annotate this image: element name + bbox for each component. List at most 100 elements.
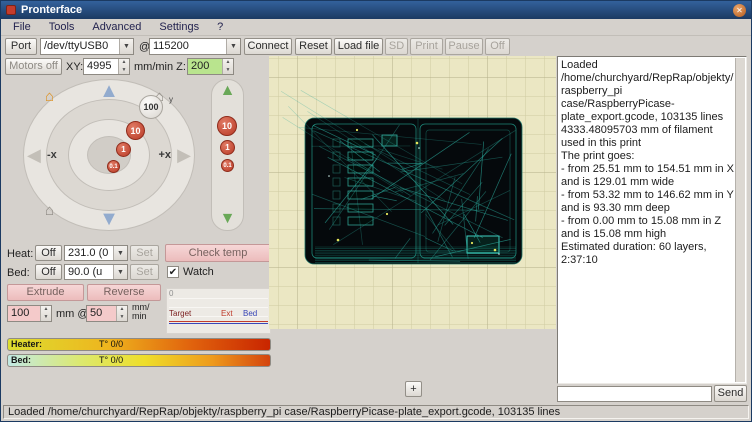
home-x-button[interactable]: ⌂ xyxy=(45,203,54,218)
z-feedrate-spinner[interactable]: 200 ▲ ▼ xyxy=(187,58,234,75)
zoom-in-button[interactable]: + xyxy=(405,381,422,397)
z-step-10-button[interactable]: 10 xyxy=(217,116,237,136)
dropdown-icon: ▼ xyxy=(117,250,124,257)
z-feedrate-stepper[interactable]: ▲ ▼ xyxy=(222,59,233,74)
jog-x-plus-button[interactable]: +x xyxy=(158,149,171,161)
spin-up-icon[interactable]: ▲ xyxy=(117,306,127,314)
z-step-0_1-button[interactable]: 0.1 xyxy=(221,159,234,172)
bed-gauge-bar xyxy=(7,354,271,367)
xy-feedrate-spinner[interactable]: 4995 ▲ ▼ xyxy=(83,58,130,75)
z-jog-column[interactable]: ▲ 10 1 0.1 ▼ xyxy=(211,79,244,231)
xy-feedrate-stepper[interactable]: ▲ ▼ xyxy=(118,59,129,74)
bed-gauge[interactable]: Bed: T° 0/0 xyxy=(7,354,271,367)
xy-feed-label: XY: xyxy=(66,61,83,73)
bed-gauge-label: Bed: xyxy=(11,355,31,365)
close-button[interactable]: ✕ xyxy=(733,4,746,17)
menu-file[interactable]: File xyxy=(4,20,40,34)
extrude-length-spinner[interactable]: 100 ▲ ▼ xyxy=(7,305,52,322)
statusbar: Loaded /home/churchyard/RepRap/objekty/r… xyxy=(1,403,751,421)
extruder-temp-line xyxy=(169,321,268,322)
jog-step-100-button[interactable]: 100 xyxy=(139,95,163,119)
heater-gauge[interactable]: Heater: T° 0/0 xyxy=(7,338,271,351)
checkbox-check-icon[interactable]: ✔ xyxy=(167,266,179,278)
print-button[interactable]: Print xyxy=(410,38,443,55)
heat-temp-combo[interactable]: 231.0 (0 ▼ xyxy=(64,245,128,261)
pause-button[interactable]: Pause xyxy=(445,38,483,55)
speed-unit-line2: min xyxy=(132,312,150,321)
bed-combo-arrow[interactable]: ▼ xyxy=(113,265,127,279)
z-feedrate-value: 200 xyxy=(188,59,222,74)
extrude-button[interactable]: Extrude xyxy=(7,284,84,301)
off-button[interactable]: Off xyxy=(485,38,510,55)
dropdown-icon: ▼ xyxy=(123,43,130,50)
jog-y-plus-button[interactable]: ▲ xyxy=(99,81,119,101)
command-input[interactable] xyxy=(557,386,712,402)
port-combo[interactable]: /dev/ttyUSB0 ▼ xyxy=(40,38,134,55)
spin-down-icon[interactable]: ▼ xyxy=(117,314,127,322)
spin-down-icon[interactable]: ▼ xyxy=(223,67,233,75)
gcode-viewer[interactable] xyxy=(269,56,556,329)
home-xy-button[interactable]: ⌂ xyxy=(45,89,54,104)
spin-up-icon[interactable]: ▲ xyxy=(41,306,51,314)
extrude-speed-value: 50 xyxy=(87,306,116,321)
jog-z-plus-button[interactable]: ▲ xyxy=(220,83,236,99)
watch-checkbox[interactable]: ✔ Watch xyxy=(167,266,214,278)
heat-combo-arrow[interactable]: ▼ xyxy=(113,246,127,260)
bed-label: Bed: xyxy=(7,267,30,279)
extrude-speed-spinner[interactable]: 50 ▲ ▼ xyxy=(86,305,128,322)
extrude-length-value: 100 xyxy=(8,306,40,321)
z-step-1-button[interactable]: 1 xyxy=(220,140,235,155)
bed-gauge-value: T° 0/0 xyxy=(99,355,123,365)
spin-down-icon[interactable]: ▼ xyxy=(41,314,51,322)
log-line: Estimated duration: 60 layers, 2:37:10 xyxy=(561,241,734,267)
jog-step-10-button[interactable]: 10 xyxy=(126,121,145,140)
log-line: - from 25.51 mm to 154.51 mm in X and is… xyxy=(561,163,734,189)
send-button[interactable]: Send xyxy=(714,385,747,402)
spin-up-icon[interactable]: ▲ xyxy=(223,59,233,67)
sd-button[interactable]: SD xyxy=(385,38,408,55)
heat-off-button[interactable]: Off xyxy=(35,245,62,261)
menu-tools[interactable]: Tools xyxy=(40,20,84,34)
heat-set-button[interactable]: Set xyxy=(130,245,159,261)
reverse-button[interactable]: Reverse xyxy=(87,284,161,301)
bed-set-button[interactable]: Set xyxy=(130,264,159,280)
log-scrollbar[interactable] xyxy=(735,58,745,382)
jog-y-minus-button[interactable]: ▼ xyxy=(99,209,119,229)
bed-temp-line xyxy=(169,323,268,324)
graph-bed-label: Bed xyxy=(243,310,257,318)
small-feature xyxy=(382,135,397,146)
bed-temp-combo[interactable]: 90.0 (u ▼ xyxy=(64,264,128,280)
graph-zero-tick: 0 xyxy=(169,290,173,298)
port-combo-arrow[interactable]: ▼ xyxy=(119,39,133,54)
menu-advanced[interactable]: Advanced xyxy=(83,20,150,34)
jog-x-minus-button[interactable]: -x xyxy=(47,149,57,161)
baud-combo-arrow[interactable]: ▼ xyxy=(226,39,240,54)
status-text: Loaded /home/churchyard/RepRap/objekty/r… xyxy=(3,405,749,419)
temperature-graph[interactable]: 0 Target Ext Bed xyxy=(166,288,271,334)
connect-button[interactable]: Connect xyxy=(244,38,292,55)
reset-button[interactable]: Reset xyxy=(295,38,332,55)
bed-off-button[interactable]: Off xyxy=(35,264,62,280)
motors-off-button[interactable]: Motors off xyxy=(5,58,62,75)
jog-step-0_1-button[interactable]: 0.1 xyxy=(107,160,120,173)
port-combo-value: /dev/ttyUSB0 xyxy=(41,39,119,54)
log-output[interactable]: Loaded /home/churchyard/RepRap/objekty/r… xyxy=(557,56,747,384)
jog-x-plus-arrow-icon[interactable]: ▶ xyxy=(177,146,191,164)
menu-help[interactable]: ? xyxy=(208,20,232,34)
z-feed-label: mm/min Z: xyxy=(134,61,186,73)
port-button[interactable]: Port xyxy=(5,38,37,55)
load-file-button[interactable]: Load file xyxy=(334,38,383,55)
jog-step-1-button[interactable]: 1 xyxy=(116,142,131,157)
jog-x-minus-arrow-icon[interactable]: ◀ xyxy=(27,146,41,164)
menu-settings[interactable]: Settings xyxy=(150,20,208,34)
extrude-speed-stepper[interactable]: ▲ ▼ xyxy=(116,306,127,321)
titlebar[interactable]: Pronterface ✕ xyxy=(1,1,751,19)
spin-down-icon[interactable]: ▼ xyxy=(119,67,129,75)
extrude-length-stepper[interactable]: ▲ ▼ xyxy=(40,306,51,321)
baud-combo[interactable]: 115200 ▼ xyxy=(149,38,241,55)
spin-up-icon[interactable]: ▲ xyxy=(119,59,129,67)
check-temp-button[interactable]: Check temp xyxy=(165,244,271,262)
graph-target-label: Target xyxy=(169,310,191,318)
jog-z-minus-button[interactable]: ▼ xyxy=(220,211,236,227)
xy-jog-pad[interactable]: ▲ ▼ ◀ ▶ -x +x ⌂ ⌂ y ⌂ 100 10 1 0.1 xyxy=(23,79,195,231)
